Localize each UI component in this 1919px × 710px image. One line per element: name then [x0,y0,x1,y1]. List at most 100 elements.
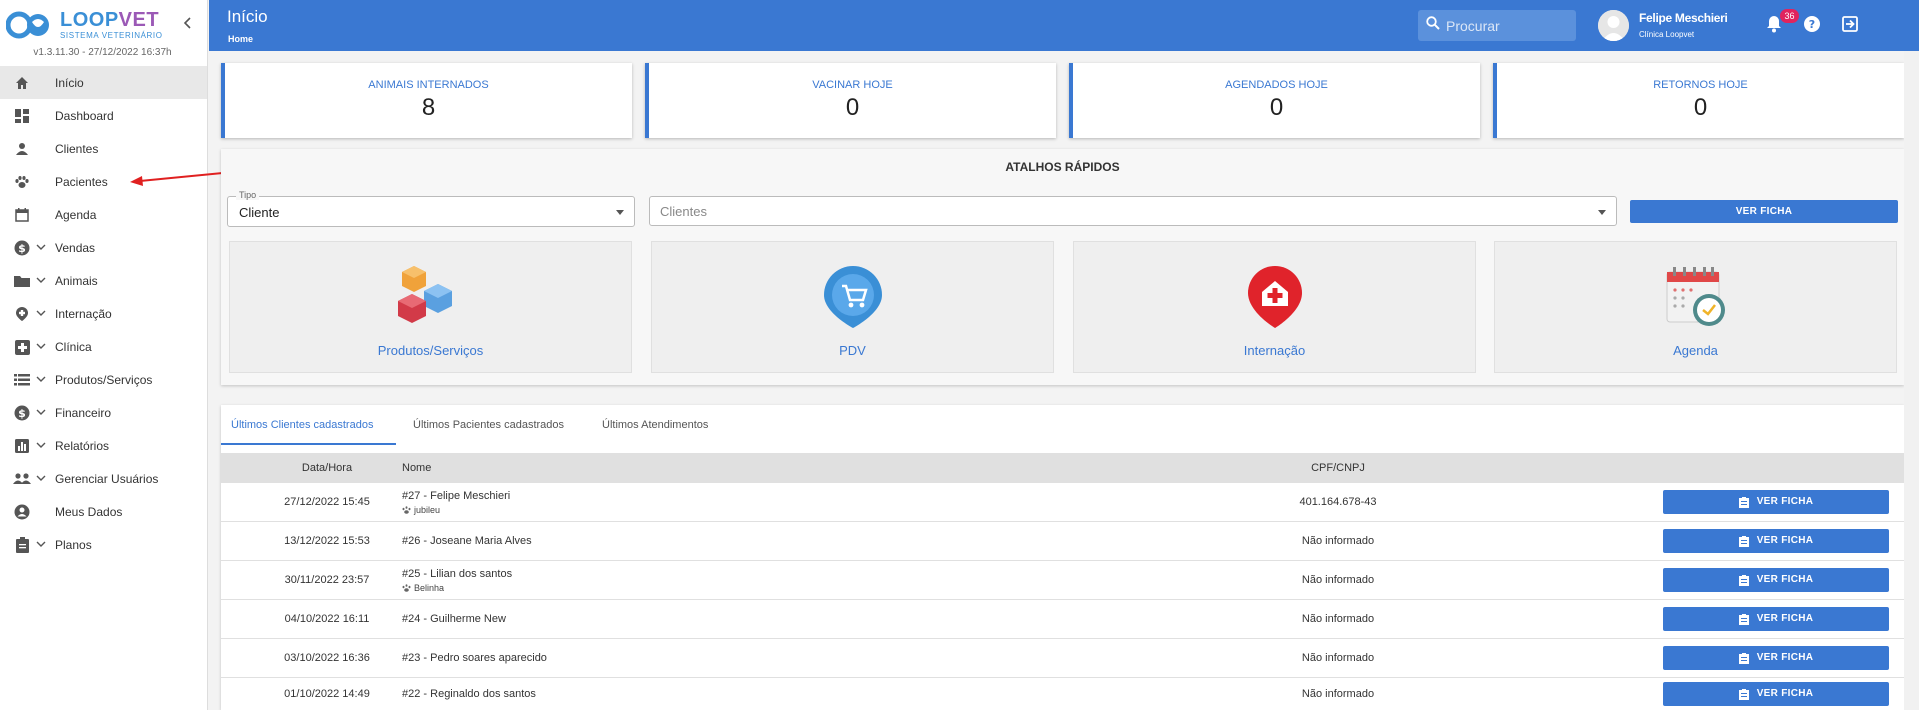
row-date: 13/12/2022 15:53 [284,535,370,547]
avatar[interactable] [1598,10,1629,41]
tab-ultimos-clientes[interactable]: Últimos Clientes cadastrados [231,419,373,431]
sidebar-item-clientes[interactable]: Clientes [0,132,207,165]
stat-card-internados[interactable]: ANIMAIS INTERNADOS 8 [221,63,632,138]
active-tab-indicator [221,443,396,445]
column-header-data-hora: Data/Hora [301,462,353,474]
row-name[interactable]: #25 - Lilian dos santos [402,568,512,580]
row-name[interactable]: #26 - Joseane Maria Alves [402,535,532,547]
sidebar-item-inicio[interactable]: Início [0,66,207,99]
loopvet-logo-icon [5,8,56,42]
sidebar-item-label: Financeiro [55,406,112,420]
shortcut-label: Agenda [1673,343,1718,358]
sidebar-item-label: Início [55,76,84,90]
collapse-sidebar-icon[interactable] [183,16,193,34]
help-icon[interactable]: ? [1803,15,1823,35]
tipo-value: Cliente [239,205,280,220]
clientes-select[interactable]: Clientes [649,196,1617,226]
row-ver-ficha-button[interactable]: VER FICHA [1663,607,1889,631]
page-title: Início [227,7,268,26]
table-row: 27/12/2022 15:45 #27 - Felipe Meschieri … [221,483,1904,522]
button-label: VER FICHA [1756,496,1814,507]
breadcrumb[interactable]: Home [228,34,253,44]
row-cpf: Não informado [1301,688,1375,700]
stat-title: ANIMAIS INTERNADOS [368,79,489,91]
row-pet: jubileu [402,505,440,515]
sidebar-item-financeiro[interactable]: $ Financeiro [0,396,207,429]
search-box[interactable] [1418,10,1576,41]
row-name[interactable]: #27 - Felipe Meschieri [402,490,510,502]
version-text: v1.3.11.30 - 27/12/2022 16:37h [33,47,172,58]
button-label: VER FICHA [1756,574,1814,585]
ver-ficha-button[interactable]: VER FICHA [1630,200,1898,223]
sidebar-item-clinica[interactable]: Clínica [0,330,207,363]
stat-value: 8 [421,94,436,121]
row-ver-ficha-button[interactable]: VER FICHA [1663,490,1889,514]
clipboard-icon [1738,613,1749,625]
row-ver-ficha-button[interactable]: VER FICHA [1663,682,1889,706]
pet-name: Belinha [414,583,445,593]
svg-text:$: $ [18,407,26,420]
pet-icon [402,506,411,514]
paw-icon [13,173,31,191]
sidebar-item-label: Internação [55,307,112,321]
list-icon [13,371,31,389]
sidebar-item-dashboard[interactable]: Dashboard [0,99,207,132]
clipboard-icon [1738,535,1749,547]
stat-value: 0 [845,94,860,121]
sidebar-item-internacao[interactable]: Internação [0,297,207,330]
row-ver-ficha-button[interactable]: VER FICHA [1663,646,1889,670]
sidebar-item-label: Pacientes [55,175,108,189]
pet-icon [402,584,411,592]
row-cpf: Não informado [1301,574,1375,586]
search-icon [1426,16,1440,35]
sidebar-item-produtos[interactable]: Produtos/Serviços [0,363,207,396]
sidebar-item-usuarios[interactable]: Gerenciar Usuários [0,462,207,495]
shortcut-label: PDV [839,343,866,358]
stat-card-retornos[interactable]: RETORNOS HOJE 0 [1493,63,1904,138]
tipo-select[interactable]: Tipo Cliente [227,190,635,227]
sidebar-item-meus-dados[interactable]: Meus Dados [0,495,207,528]
stat-card-agendados[interactable]: AGENDADOS HOJE 0 [1069,63,1480,138]
row-name[interactable]: #24 - Guilherme New [402,613,506,625]
folder-icon [13,272,31,290]
logout-icon[interactable] [1841,15,1861,35]
sidebar-item-animais[interactable]: Animais [0,264,207,297]
sidebar-item-planos[interactable]: Planos [0,528,207,561]
clipboard-icon [1738,652,1749,664]
row-date: 03/10/2022 16:36 [284,652,370,664]
search-input[interactable] [1446,17,1566,34]
row-ver-ficha-button[interactable]: VER FICHA [1663,568,1889,592]
table-row: 04/10/2022 16:11 #24 - Guilherme New Não… [221,600,1904,639]
sidebar-item-label: Dashboard [55,109,114,123]
chevron-down-icon [36,472,46,482]
shortcut-pdv[interactable]: PDV [651,241,1054,373]
tab-ultimos-pacientes[interactable]: Últimos Pacientes cadastrados [413,419,564,431]
row-pet: Belinha [402,583,444,593]
sidebar-item-relatorios[interactable]: Relatórios [0,429,207,462]
stat-card-vacinar[interactable]: VACINAR HOJE 0 [645,63,1056,138]
logo-subtitle: SISTEMA VETERINÁRIO [60,31,163,40]
chevron-down-icon [36,406,46,416]
stat-title: RETORNOS HOJE [1653,79,1748,91]
row-name[interactable]: #22 - Reginaldo dos santos [402,688,536,700]
sidebar-item-agenda[interactable]: Agenda [0,198,207,231]
user-name[interactable]: Felipe Meschieri [1639,11,1728,25]
dashboard-icon [13,107,31,125]
sidebar-item-label: Clientes [55,142,99,156]
shortcut-agenda[interactable]: Agenda [1494,241,1897,373]
row-name[interactable]: #23 - Pedro soares aparecido [402,652,547,664]
clientes-placeholder: Clientes [660,204,707,219]
tabs: Últimos Clientes cadastrados Últimos Pac… [221,405,1904,445]
clipboard-icon [1738,688,1749,700]
page-scrollbar[interactable] [1904,51,1919,710]
chevron-down-icon [36,307,46,317]
sidebar-item-vendas[interactable]: $ Vendas [0,231,207,264]
shortcut-produtos[interactable]: Produtos/Serviços [229,241,632,373]
clipboard-icon [1738,496,1749,508]
stat-value: 0 [1269,94,1284,121]
svg-text:?: ? [1809,18,1815,31]
row-ver-ficha-button[interactable]: VER FICHA [1663,529,1889,553]
shortcut-internacao[interactable]: Internação [1073,241,1476,373]
sidebar-item-label: Relatórios [55,439,110,453]
tab-ultimos-atendimentos[interactable]: Últimos Atendimentos [602,419,708,431]
